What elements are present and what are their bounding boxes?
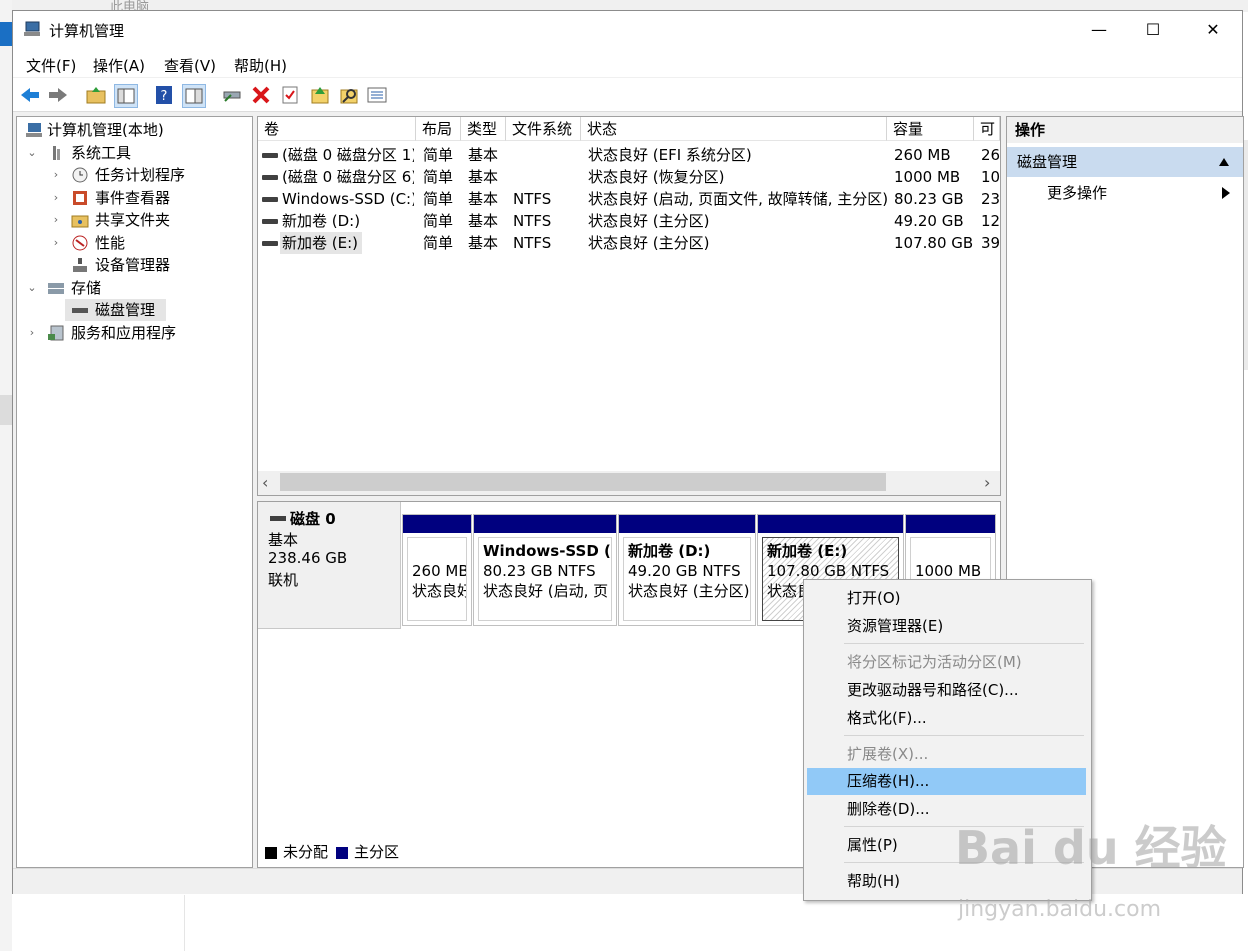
- baidu-watermark-logo: Bai du 经验: [955, 821, 1227, 875]
- disk-status: 联机: [268, 571, 299, 589]
- menu-item-extend[interactable]: 扩展卷(X)...: [807, 741, 1086, 768]
- minimize-button[interactable]: —: [1076, 11, 1122, 49]
- legend-primary: 主分区: [354, 843, 400, 861]
- partition-efi[interactable]: 260 MB 状态良好: [402, 514, 472, 626]
- table-row[interactable]: 新加卷 (E:) 简单 基本 NTFS 状态良好 (主分区) 107.80 GB…: [258, 232, 1000, 254]
- device-manager-icon: [73, 258, 87, 272]
- partition-c[interactable]: Windows-SSD (C 80.23 GB NTFS 状态良好 (启动, 页: [473, 514, 617, 626]
- expand-arrow-icon[interactable]: ›: [49, 209, 63, 231]
- shared-folder-icon: [71, 215, 89, 228]
- table-row[interactable]: Windows-SSD (C:) 简单 基本 NTFS 状态良好 (启动, 页面…: [258, 188, 1000, 210]
- menu-separator: [844, 735, 1084, 736]
- actions-header: 操作: [1007, 117, 1243, 143]
- disk-type: 基本: [268, 531, 299, 549]
- menu-view[interactable]: 查看(V): [164, 55, 216, 76]
- column-header-type[interactable]: 类型: [461, 117, 506, 141]
- menu-action[interactable]: 操作(A): [93, 55, 145, 76]
- column-header-layout[interactable]: 布局: [416, 117, 461, 141]
- connect-icon[interactable]: [221, 84, 243, 106]
- check-icon[interactable]: [279, 84, 301, 106]
- scroll-left-icon[interactable]: ‹: [262, 473, 268, 492]
- menu-item-explorer[interactable]: 资源管理器(E): [807, 613, 1086, 640]
- maximize-button[interactable]: ☐: [1130, 11, 1176, 49]
- disk-name: 磁盘 0: [290, 510, 336, 528]
- menu-help[interactable]: 帮助(H): [234, 55, 287, 76]
- performance-icon: [72, 235, 88, 251]
- disk-icon: [270, 516, 286, 521]
- disk-icon: [72, 308, 88, 313]
- delete-icon[interactable]: [250, 84, 272, 106]
- disk-info[interactable]: 磁盘 0 基本 238.46 GB 联机: [258, 502, 401, 629]
- table-row[interactable]: 新加卷 (D:) 简单 基本 NTFS 状态良好 (主分区) 49.20 GB …: [258, 210, 1000, 232]
- menu-item-change-letter[interactable]: 更改驱动器号和路径(C)...: [807, 677, 1086, 704]
- back-icon[interactable]: [19, 84, 41, 106]
- svg-text:?: ?: [161, 89, 168, 104]
- volume-icon: [262, 241, 278, 246]
- menu-separator: [844, 643, 1084, 644]
- collapse-triangle-icon[interactable]: [1219, 158, 1229, 166]
- legend-unallocated: 未分配: [283, 843, 329, 861]
- column-header-volume[interactable]: 卷: [258, 117, 416, 141]
- expand-arrow-icon[interactable]: ›: [25, 322, 39, 344]
- table-row[interactable]: (磁盘 0 磁盘分区 6) 简单 基本 状态良好 (恢复分区) 1000 MB …: [258, 166, 1000, 188]
- volume-icon: [262, 153, 278, 158]
- tools-icon: [53, 146, 60, 160]
- menu-item-format[interactable]: 格式化(F)...: [807, 705, 1086, 732]
- expand-chevron-icon[interactable]: ⌄: [25, 142, 39, 164]
- computer-management-icon: [24, 21, 40, 36]
- search-icon[interactable]: [338, 84, 360, 106]
- window-title: 计算机管理: [49, 22, 125, 40]
- expand-arrow-icon[interactable]: ›: [49, 232, 63, 254]
- actions-section-disk-management[interactable]: 磁盘管理: [1007, 147, 1243, 177]
- help-icon[interactable]: ?: [153, 84, 175, 106]
- expand-chevron-icon[interactable]: ⌄: [25, 277, 39, 299]
- column-header-filesystem[interactable]: 文件系统: [506, 117, 581, 141]
- up-folder-icon[interactable]: [85, 84, 107, 106]
- storage-icon: [48, 283, 64, 294]
- close-button[interactable]: ✕: [1190, 11, 1236, 49]
- computer-icon: [26, 123, 42, 137]
- legend-primary-swatch: [336, 847, 348, 859]
- clock-icon: [72, 167, 88, 183]
- desktop-background-left: [0, 0, 12, 951]
- menu-item-open[interactable]: 打开(O): [807, 585, 1086, 612]
- expand-arrow-icon[interactable]: ›: [49, 164, 63, 186]
- disk-size: 238.46 GB: [268, 549, 348, 567]
- partition-d[interactable]: 新加卷 (D:) 49.20 GB NTFS 状态良好 (主分区): [618, 514, 756, 626]
- title-bar[interactable]: 计算机管理 — ☐ ✕: [13, 11, 1242, 49]
- navigation-tree: 计算机管理(本地) ⌄ 系统工具 › 任务计划程序 › 事件查看器 › 共享文件…: [16, 116, 253, 868]
- menu-item-mark-active[interactable]: 将分区标记为活动分区(M): [807, 649, 1086, 676]
- scrollbar-thumb[interactable]: [280, 473, 886, 491]
- table-row[interactable]: (磁盘 0 磁盘分区 1) 简单 基本 状态良好 (EFI 系统分区) 260 …: [258, 144, 1000, 166]
- more-actions[interactable]: 更多操作: [1047, 180, 1107, 206]
- column-header-free[interactable]: 可: [974, 117, 1000, 141]
- menu-item-shrink[interactable]: 压缩卷(H)...: [807, 768, 1086, 795]
- scroll-right-icon[interactable]: ›: [984, 473, 990, 492]
- forward-icon[interactable]: [47, 84, 69, 106]
- volume-icon: [262, 175, 278, 180]
- submenu-arrow-icon[interactable]: [1222, 187, 1230, 199]
- legend-unallocated-swatch: [265, 847, 277, 859]
- services-icon: [48, 325, 64, 341]
- event-viewer-icon: [73, 191, 87, 205]
- volume-icon: [262, 219, 278, 224]
- list-icon[interactable]: [366, 84, 388, 106]
- volume-list: 卷 布局 类型 文件系统 状态 容量 可 (磁盘 0 磁盘分区 1) 简单 基本…: [257, 116, 1001, 496]
- menu-file[interactable]: 文件(F): [26, 55, 76, 76]
- column-header-capacity[interactable]: 容量: [887, 117, 974, 141]
- expand-arrow-icon[interactable]: ›: [49, 187, 63, 209]
- column-header-status[interactable]: 状态: [581, 117, 887, 141]
- properties-view-icon[interactable]: [182, 84, 206, 108]
- show-hide-tree-icon[interactable]: [114, 84, 138, 108]
- import-icon[interactable]: [309, 84, 331, 106]
- tree-item-disk-management[interactable]: 磁盘管理: [65, 299, 166, 321]
- baidu-watermark-url: jingyan.baidu.com: [958, 897, 1162, 922]
- volume-icon: [262, 197, 278, 202]
